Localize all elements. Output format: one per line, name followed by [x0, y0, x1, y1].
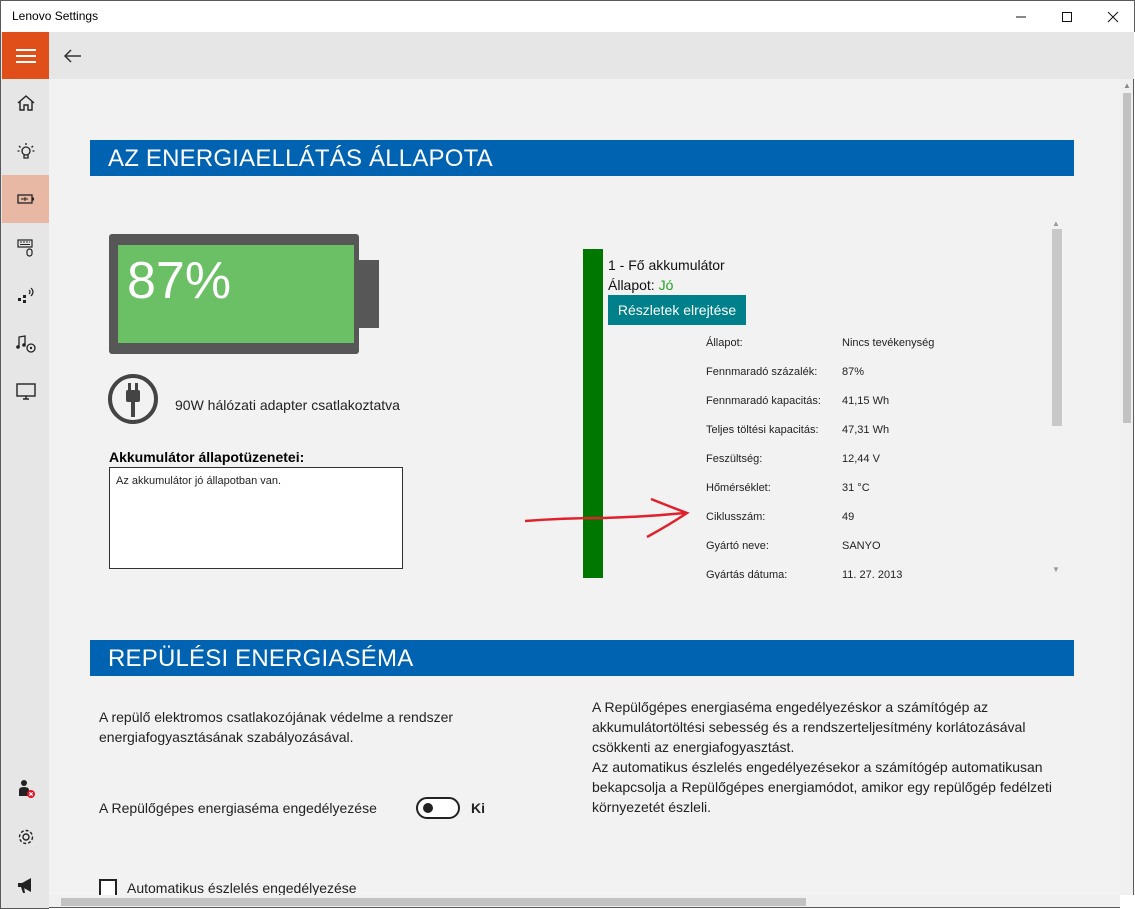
- section-heading-power-status: AZ ENERGIAELLÁTÁS ÁLLAPOTA: [90, 140, 1074, 176]
- detail-value: 49: [842, 511, 855, 523]
- hamburger-icon: [16, 54, 36, 57]
- detail-row: Feszültség: 12,44 V: [706, 453, 1059, 473]
- nav-network[interactable]: [2, 271, 50, 319]
- nav-display[interactable]: [2, 367, 50, 415]
- detail-row: Teljes töltési kapacitás: 47,31 Wh: [706, 424, 1059, 444]
- hamburger-menu-button[interactable]: [2, 32, 50, 79]
- user-status-icon: [19, 780, 35, 798]
- auto-detect-label[interactable]: Automatikus észlelés engedélyezése: [127, 880, 357, 895]
- battery-details-list: Állapot: Nincs tevékenység Fennmaradó sz…: [689, 329, 1059, 579]
- detail-value: 41,15 Wh: [842, 395, 890, 407]
- gear-icon: [18, 829, 34, 845]
- network-icon: [18, 287, 34, 303]
- toggle-knob: [423, 803, 433, 813]
- title-bar: Lenovo Settings: [0, 0, 1135, 32]
- scroll-down-icon[interactable]: ▼: [1052, 565, 1060, 574]
- vertical-scrollbar[interactable]: ▲: [1120, 79, 1134, 895]
- battery-state-label: Állapot:: [608, 277, 655, 293]
- nav-audio-camera[interactable]: [2, 319, 50, 367]
- horizontal-scroll-thumb[interactable]: [61, 898, 806, 906]
- detail-value: SANYO: [842, 540, 881, 552]
- megaphone-icon: [18, 878, 31, 893]
- detail-value: 11. 27. 2013: [842, 569, 903, 579]
- battery-state: Állapot: Jó: [608, 277, 673, 293]
- main-content: AZ ENERGIAELLÁTÁS ÁLLAPOTA 87% 90W hálóz…: [49, 79, 1120, 895]
- nav-input[interactable]: [2, 223, 50, 271]
- detail-row: Ciklusszám: 49: [706, 511, 1059, 531]
- home-icon: [17, 95, 35, 111]
- detail-row: Gyártó neve: SANYO: [706, 540, 1059, 560]
- details-scrollbar[interactable]: ▲ ▼: [1052, 219, 1062, 579]
- airplane-mode-toggle-label: A Repülőgépes energiaséma engedélyezése: [99, 800, 377, 816]
- detail-value: 31 °C: [842, 482, 870, 494]
- audio-camera-icon: [16, 335, 36, 353]
- detail-value: 87%: [842, 366, 865, 378]
- detail-row: Fennmaradó százalék: 87%: [706, 366, 1059, 386]
- close-button[interactable]: [1090, 1, 1135, 32]
- detail-row: Fennmaradó kapacitás: 41,15 Wh: [706, 395, 1059, 415]
- power-plug-icon: [108, 374, 158, 424]
- minimize-icon: [1016, 16, 1026, 17]
- auto-detect-checkbox[interactable]: [99, 879, 117, 895]
- detail-label: Fennmaradó kapacitás:: [706, 395, 821, 407]
- detail-label: Ciklusszám:: [706, 511, 766, 523]
- airplane-mode-explanation: A Repülőgépes energiaséma engedélyezésko…: [592, 697, 1062, 817]
- nav-power[interactable]: [2, 175, 50, 223]
- detail-value: 12,44 V: [842, 453, 880, 465]
- window-title: Lenovo Settings: [12, 9, 99, 23]
- detail-row: Hőmérséklet: 31 °C: [706, 482, 1059, 502]
- battery-title: 1 - Fő akkumulátor: [608, 257, 725, 273]
- display-icon: [16, 383, 36, 400]
- top-bar: [49, 32, 1134, 79]
- battery-message-text: Az akkumulátor jó állapotban van.: [116, 475, 282, 487]
- red-annotation-arrow: [524, 497, 690, 539]
- adapter-status-text: 90W hálózati adapter csatlakoztatva: [175, 397, 400, 413]
- detail-label: Gyártás dátuma:: [706, 569, 788, 579]
- scroll-up-icon[interactable]: ▲: [1123, 81, 1131, 90]
- nav-feedback[interactable]: [2, 861, 50, 909]
- battery-terminal: [359, 260, 379, 328]
- airplane-mode-explanation-1: A Repülőgépes energiaséma engedélyezésko…: [592, 699, 1026, 755]
- detail-value: 47,31 Wh: [842, 424, 890, 436]
- maximize-icon: [1062, 11, 1072, 22]
- back-arrow-icon[interactable]: [61, 44, 85, 68]
- details-scroll-thumb[interactable]: [1052, 229, 1062, 426]
- section-heading-airplane-mode: REPÜLÉSI ENERGIASÉMA: [90, 640, 1074, 676]
- hide-details-button[interactable]: Részletek elrejtése: [608, 295, 746, 325]
- airplane-mode-explanation-2: Az automatikus észlelés engedélyezésekor…: [592, 759, 1052, 815]
- nav-user-status[interactable]: [2, 765, 50, 813]
- detail-label: Teljes töltési kapacitás:: [706, 424, 819, 436]
- minimize-button[interactable]: [998, 1, 1044, 32]
- detail-label: Állapot:: [706, 337, 743, 349]
- detail-label: Gyártó neve:: [706, 540, 769, 552]
- detail-row: Állapot: Nincs tevékenység: [706, 337, 1059, 357]
- airplane-mode-description: A repülő elektromos csatlakozójának véde…: [99, 709, 454, 745]
- nav-home[interactable]: [2, 79, 50, 127]
- scroll-up-icon[interactable]: ▲: [1052, 219, 1060, 228]
- detail-label: Fennmaradó százalék:: [706, 366, 818, 378]
- sidebar: [0, 32, 50, 909]
- nav-lighting[interactable]: [2, 127, 50, 175]
- nav-settings[interactable]: [2, 813, 50, 861]
- airplane-mode-toggle[interactable]: [416, 797, 460, 819]
- detail-value: Nincs tevékenység: [842, 337, 935, 349]
- detail-row: Gyártás dátuma: 11. 27. 2013: [706, 569, 1059, 579]
- battery-messages-title: Akkumulátor állapotüzenetei:: [109, 449, 305, 465]
- vertical-scroll-thumb[interactable]: [1123, 93, 1131, 423]
- keyboard-mouse-icon: [17, 239, 33, 257]
- battery-percentage: 87%: [127, 252, 232, 310]
- airplane-mode-toggle-state: Ki: [471, 800, 485, 816]
- battery-state-value: Jó: [658, 277, 674, 293]
- detail-label: Feszültség:: [706, 453, 763, 465]
- detail-label: Hőmérséklet:: [706, 482, 771, 494]
- battery-icon: [17, 194, 34, 204]
- lightbulb-icon: [17, 143, 35, 159]
- horizontal-scrollbar[interactable]: [49, 895, 1120, 908]
- maximize-button[interactable]: [1044, 1, 1090, 32]
- close-icon: [1107, 11, 1119, 22]
- battery-messages-box: Az akkumulátor jó állapotban van.: [109, 467, 403, 569]
